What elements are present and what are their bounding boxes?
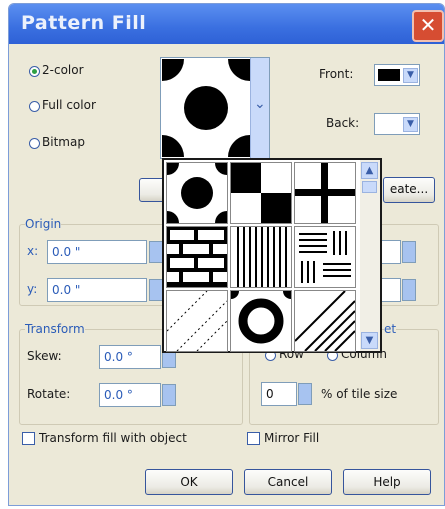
origin-label: Origin — [25, 217, 62, 231]
skew-field[interactable]: 0.0 ° — [99, 345, 161, 369]
diagonal-sparse-pattern[interactable] — [166, 290, 228, 352]
mirror-fill-checkbox[interactable] — [247, 432, 260, 445]
scroll-down-icon[interactable]: ▼ — [361, 332, 378, 349]
diagonal-sparse-pattern-graphic — [167, 291, 227, 351]
ok-button[interactable]: OK — [145, 469, 233, 495]
back-color-picker[interactable]: ▼ — [374, 113, 420, 135]
circles-pattern[interactable] — [166, 162, 228, 224]
pattern-scrollbar[interactable]: ▲ ▼ — [360, 160, 380, 351]
front-label: Front: — [319, 67, 354, 81]
rotate-spinner[interactable] — [162, 384, 176, 406]
create-button[interactable]: eate... — [383, 177, 435, 203]
scroll-up-icon[interactable]: ▲ — [361, 162, 378, 179]
back-color-swatch — [378, 118, 400, 130]
scroll-thumb[interactable] — [362, 181, 377, 193]
radio-bitmap-label: Bitmap — [42, 135, 85, 149]
checker-pattern[interactable] — [230, 162, 292, 224]
size-height-field[interactable] — [379, 278, 401, 302]
bricks-pattern-graphic — [167, 227, 227, 287]
diagonal-dense-pattern-graphic — [295, 291, 355, 351]
row-offset-label: et — [384, 322, 397, 336]
radio-full-color[interactable] — [29, 101, 40, 112]
checker-pattern-graphic — [231, 163, 291, 223]
offset-field[interactable]: 0 — [261, 382, 297, 406]
ring-pattern[interactable] — [230, 290, 292, 352]
origin-x-spinner[interactable] — [149, 241, 163, 263]
offset-spinner[interactable] — [298, 383, 312, 405]
chevron-down-icon: ▼ — [403, 68, 418, 83]
preview-pattern-graphic — [162, 59, 250, 157]
transform-label: Transform — [25, 322, 85, 336]
window-title: Pattern Fill — [21, 12, 147, 34]
offset-unit-label: % of tile size — [321, 387, 398, 401]
mirror-fill-label: Mirror Fill — [264, 431, 320, 445]
back-label: Back: — [326, 116, 360, 130]
lines-mix-pattern-graphic — [299, 231, 351, 283]
vertical-lines-pattern-graphic — [237, 227, 287, 287]
radio-full-color-label: Full color — [42, 98, 96, 112]
origin-y-label: y: — [27, 282, 38, 296]
close-button[interactable]: ✕ — [412, 10, 444, 42]
pattern-fill-dialog: Pattern Fill ✕ 2-color Full color Bitmap… — [8, 3, 445, 506]
origin-y-spinner[interactable] — [149, 279, 163, 301]
origin-x-field[interactable]: 0.0 " — [47, 240, 147, 264]
transform-fill-label: Transform fill with object — [39, 431, 187, 445]
cancel-button[interactable]: Cancel — [244, 469, 332, 495]
radio-2color-label: 2-color — [42, 63, 84, 77]
lines-mix-pattern[interactable] — [294, 226, 356, 288]
pattern-dropdown-popup: ▲ ▼ — [162, 158, 382, 353]
transform-fill-checkbox[interactable] — [22, 432, 35, 445]
help-button[interactable]: Help — [343, 469, 431, 495]
cross-pattern[interactable] — [294, 162, 356, 224]
title-bar: Pattern Fill ✕ — [9, 4, 444, 44]
diagonal-dense-pattern[interactable] — [294, 290, 356, 352]
skew-label: Skew: — [27, 349, 62, 363]
size-width-field[interactable] — [379, 240, 401, 264]
radio-2color[interactable] — [29, 66, 40, 77]
front-color-swatch — [378, 69, 400, 81]
preview-dropdown-strip[interactable]: ⌄ — [250, 58, 269, 158]
size-height-spinner[interactable] — [402, 279, 416, 301]
size-width-spinner[interactable] — [402, 241, 416, 263]
chevron-down-icon: ▼ — [403, 117, 418, 132]
bricks-pattern[interactable] — [166, 226, 228, 288]
circles-pattern-graphic — [167, 163, 227, 223]
chevron-down-icon: ⌄ — [254, 96, 266, 112]
ring-pattern-graphic — [231, 291, 291, 344]
vertical-lines-pattern[interactable] — [230, 226, 292, 288]
radio-bitmap[interactable] — [29, 138, 40, 149]
rotate-label: Rotate: — [27, 387, 71, 401]
pattern-preview[interactable]: ⌄ — [160, 57, 270, 159]
front-color-picker[interactable]: ▼ — [374, 64, 420, 86]
cross-pattern-graphic — [295, 163, 355, 223]
origin-x-label: x: — [27, 244, 39, 258]
rotate-field[interactable]: 0.0 ° — [99, 383, 161, 407]
origin-y-field[interactable]: 0.0 " — [47, 278, 147, 302]
